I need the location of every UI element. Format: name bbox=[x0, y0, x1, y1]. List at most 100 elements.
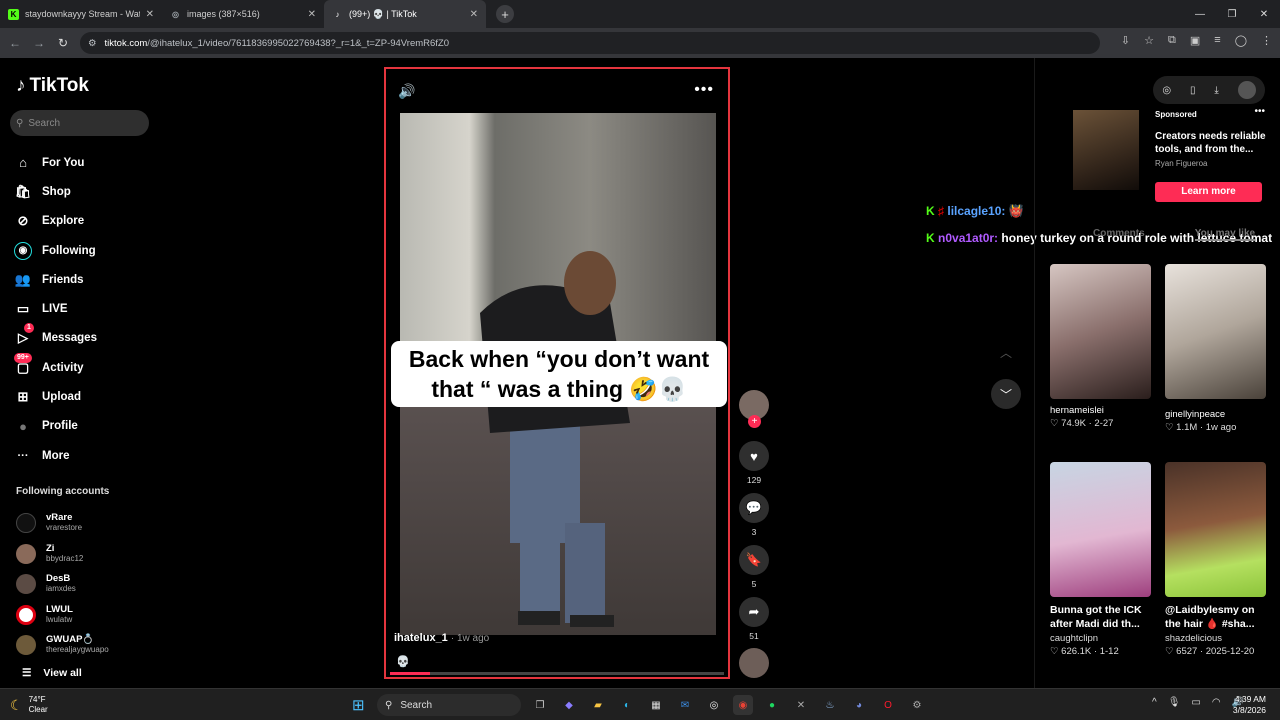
taskbar-search[interactable]: ⚲ Search bbox=[377, 694, 521, 716]
restore-icon[interactable]: ❐ bbox=[1216, 0, 1248, 28]
edge-icon[interactable]: ◐ bbox=[617, 695, 637, 715]
browser-tab-kick[interactable]: K staydownkayyy Stream - Watch ✕ bbox=[0, 0, 162, 28]
weather-widget[interactable]: ☾ 74°F Clear bbox=[10, 695, 48, 715]
copilot-icon[interactable]: ◆ bbox=[559, 695, 579, 715]
video-author[interactable]: ihatelux_1 · 1w ago bbox=[394, 632, 489, 644]
video-player[interactable]: 🔊 ••• Back when “you don’t want that “ w… bbox=[384, 67, 730, 679]
windows-start-icon[interactable]: ⊞ bbox=[352, 696, 365, 714]
share-button[interactable]: ➦ 51 bbox=[738, 597, 770, 641]
search-input[interactable]: ⚲ Search bbox=[10, 110, 149, 136]
tab-comments[interactable]: Comments bbox=[1093, 228, 1145, 241]
card-username[interactable]: hernameislei bbox=[1050, 405, 1151, 416]
comment-button[interactable]: 💬 3 bbox=[738, 493, 770, 537]
nav-following[interactable]: ◉ Following bbox=[14, 236, 97, 265]
sponsored-ad[interactable]: Sponsored ••• Creators needs reliable to… bbox=[1051, 106, 1273, 210]
spotify-icon[interactable]: ● bbox=[762, 695, 782, 715]
video-thumbnail[interactable] bbox=[1165, 462, 1266, 597]
profile-icon[interactable]: ◯ bbox=[1235, 34, 1247, 47]
close-tab-icon[interactable]: ✕ bbox=[470, 9, 478, 20]
nav-explore[interactable]: ⊘ Explore bbox=[14, 207, 97, 236]
reload-icon[interactable]: ↻ bbox=[51, 36, 75, 50]
save-button[interactable]: 🔖 5 bbox=[738, 545, 770, 589]
chevron-up-icon[interactable]: ^ bbox=[1152, 697, 1157, 708]
ad-thumbnail[interactable] bbox=[1073, 110, 1139, 190]
store-icon[interactable]: ▦ bbox=[646, 695, 666, 715]
file-explorer-icon[interactable]: ▰ bbox=[588, 695, 608, 715]
new-tab-button[interactable]: + bbox=[496, 5, 514, 23]
video-card[interactable]: @Laidbylesmy on the hair 🩸 #sha... shazd… bbox=[1165, 462, 1266, 657]
close-tab-icon[interactable]: ✕ bbox=[146, 9, 154, 20]
nav-more[interactable]: ··· More bbox=[14, 441, 97, 470]
display-icon[interactable]: ▭ bbox=[1191, 697, 1200, 708]
ad-more-icon[interactable]: ••• bbox=[1254, 106, 1265, 117]
github-icon[interactable]: ◎ bbox=[704, 695, 724, 715]
browser-tab-images[interactable]: ◎ images (387×516) ✕ bbox=[162, 0, 324, 28]
task-view-icon[interactable]: ❐ bbox=[530, 695, 550, 715]
card-username[interactable]: ginellyinpeace bbox=[1165, 409, 1266, 420]
video-card[interactable]: hernameislei ♡ 74.9K · 2-27 bbox=[1050, 264, 1151, 429]
volume-icon[interactable]: 🔊 bbox=[398, 83, 415, 100]
extensions-icon[interactable]: ⧉ bbox=[1168, 34, 1176, 47]
video-thumbnail[interactable] bbox=[1050, 462, 1151, 597]
nav-messages[interactable]: ▷ 1 Messages bbox=[14, 323, 97, 353]
follow-plus-icon[interactable]: + bbox=[748, 415, 761, 428]
chrome-icon[interactable]: ◉ bbox=[733, 695, 753, 715]
following-account[interactable]: GWUAP💍 therealjaygwuapo bbox=[16, 630, 109, 661]
site-info-icon[interactable]: ⚙ bbox=[88, 38, 97, 49]
video-progress-bar[interactable] bbox=[390, 672, 724, 675]
nav-profile[interactable]: ● Profile bbox=[14, 412, 97, 441]
following-account[interactable]: DesB iamxdes bbox=[16, 569, 109, 600]
media-icon[interactable]: ≡ bbox=[1214, 34, 1220, 47]
learn-more-button[interactable]: Learn more bbox=[1155, 182, 1262, 202]
forward-icon[interactable]: → bbox=[27, 36, 51, 50]
card-title[interactable]: @Laidbylesmy on the hair 🩸 #sha... bbox=[1165, 603, 1266, 631]
sound-avatar-button[interactable] bbox=[738, 648, 770, 678]
card-title[interactable]: Bunna got the ICK after Madi did th... bbox=[1050, 603, 1151, 631]
user-avatar-icon[interactable] bbox=[1237, 81, 1256, 99]
author-avatar-button[interactable]: + bbox=[738, 390, 770, 428]
xbox-icon[interactable]: ✕ bbox=[791, 695, 811, 715]
video-card[interactable]: ginellyinpeace ♡ 1.1M · 1w ago bbox=[1165, 264, 1266, 433]
video-card[interactable]: Bunna got the ICK after Madi did th... c… bbox=[1050, 462, 1151, 657]
following-account[interactable]: Zi bbydrac12 bbox=[16, 539, 109, 570]
mail-icon[interactable]: ✉ bbox=[675, 695, 695, 715]
device-icon[interactable]: ▯ bbox=[1190, 85, 1196, 96]
microphone-icon[interactable]: 🎙 bbox=[1168, 697, 1181, 708]
nav-for-you[interactable]: ⌂ For You bbox=[14, 148, 97, 177]
bookmark-star-icon[interactable]: ☆ bbox=[1144, 34, 1154, 47]
video-thumbnail[interactable] bbox=[1050, 264, 1151, 399]
url-bar[interactable]: ⚙ tiktok.com/@ihatelux_1/video/761183699… bbox=[80, 32, 1100, 54]
view-all-link[interactable]: ☰ View all bbox=[22, 667, 82, 679]
next-video-button[interactable]: ﹀ bbox=[991, 379, 1021, 409]
video-thumbnail[interactable] bbox=[1165, 264, 1266, 399]
card-username[interactable]: caughtclipn bbox=[1050, 633, 1151, 644]
settings-gear-icon[interactable]: ⚙ bbox=[907, 695, 927, 715]
nav-activity[interactable]: ▢ 99+ Activity bbox=[14, 352, 97, 382]
following-account[interactable]: LWUL lwulatw bbox=[16, 600, 109, 631]
nav-live[interactable]: ▭ LIVE bbox=[14, 294, 97, 323]
following-account[interactable]: vRare vrarestore bbox=[16, 508, 109, 539]
more-options-icon[interactable]: ••• bbox=[694, 81, 714, 99]
browser-tab-tiktok[interactable]: ♪ (99+) 💀 | TikTok ✕ bbox=[324, 0, 486, 28]
close-window-icon[interactable]: ✕ bbox=[1248, 0, 1280, 28]
card-username[interactable]: shazdelicious bbox=[1165, 633, 1266, 644]
nav-friends[interactable]: 👥 Friends bbox=[14, 265, 97, 294]
like-button[interactable]: ♥ 129 bbox=[738, 441, 770, 485]
taskbar-clock[interactable]: 4:39 AM 3/8/2026 bbox=[1233, 694, 1266, 716]
previous-video-button[interactable]: ︿ bbox=[991, 337, 1021, 367]
sidepanel-icon[interactable]: ▣ bbox=[1190, 34, 1200, 47]
tab-you-may-like[interactable]: You may like bbox=[1194, 228, 1256, 241]
nav-upload[interactable]: ⊞ Upload bbox=[14, 382, 97, 411]
tiktok-logo[interactable]: ♪ TikTok bbox=[16, 75, 89, 97]
wifi-icon[interactable]: ◠ bbox=[1212, 697, 1221, 708]
steam-icon[interactable]: ♨ bbox=[820, 695, 840, 715]
discord-icon[interactable]: ◕ bbox=[849, 695, 869, 715]
menu-kebab-icon[interactable]: ⋮ bbox=[1261, 34, 1272, 47]
nav-shop[interactable]: 🛍 Shop bbox=[14, 177, 97, 206]
close-tab-icon[interactable]: ✕ bbox=[308, 9, 316, 20]
install-app-icon[interactable]: ⇩ bbox=[1121, 34, 1130, 47]
opera-icon[interactable]: O bbox=[878, 695, 898, 715]
download-icon[interactable]: ⤓ bbox=[1214, 85, 1218, 96]
minimize-icon[interactable]: — bbox=[1184, 0, 1216, 28]
back-icon[interactable]: ← bbox=[3, 36, 27, 50]
